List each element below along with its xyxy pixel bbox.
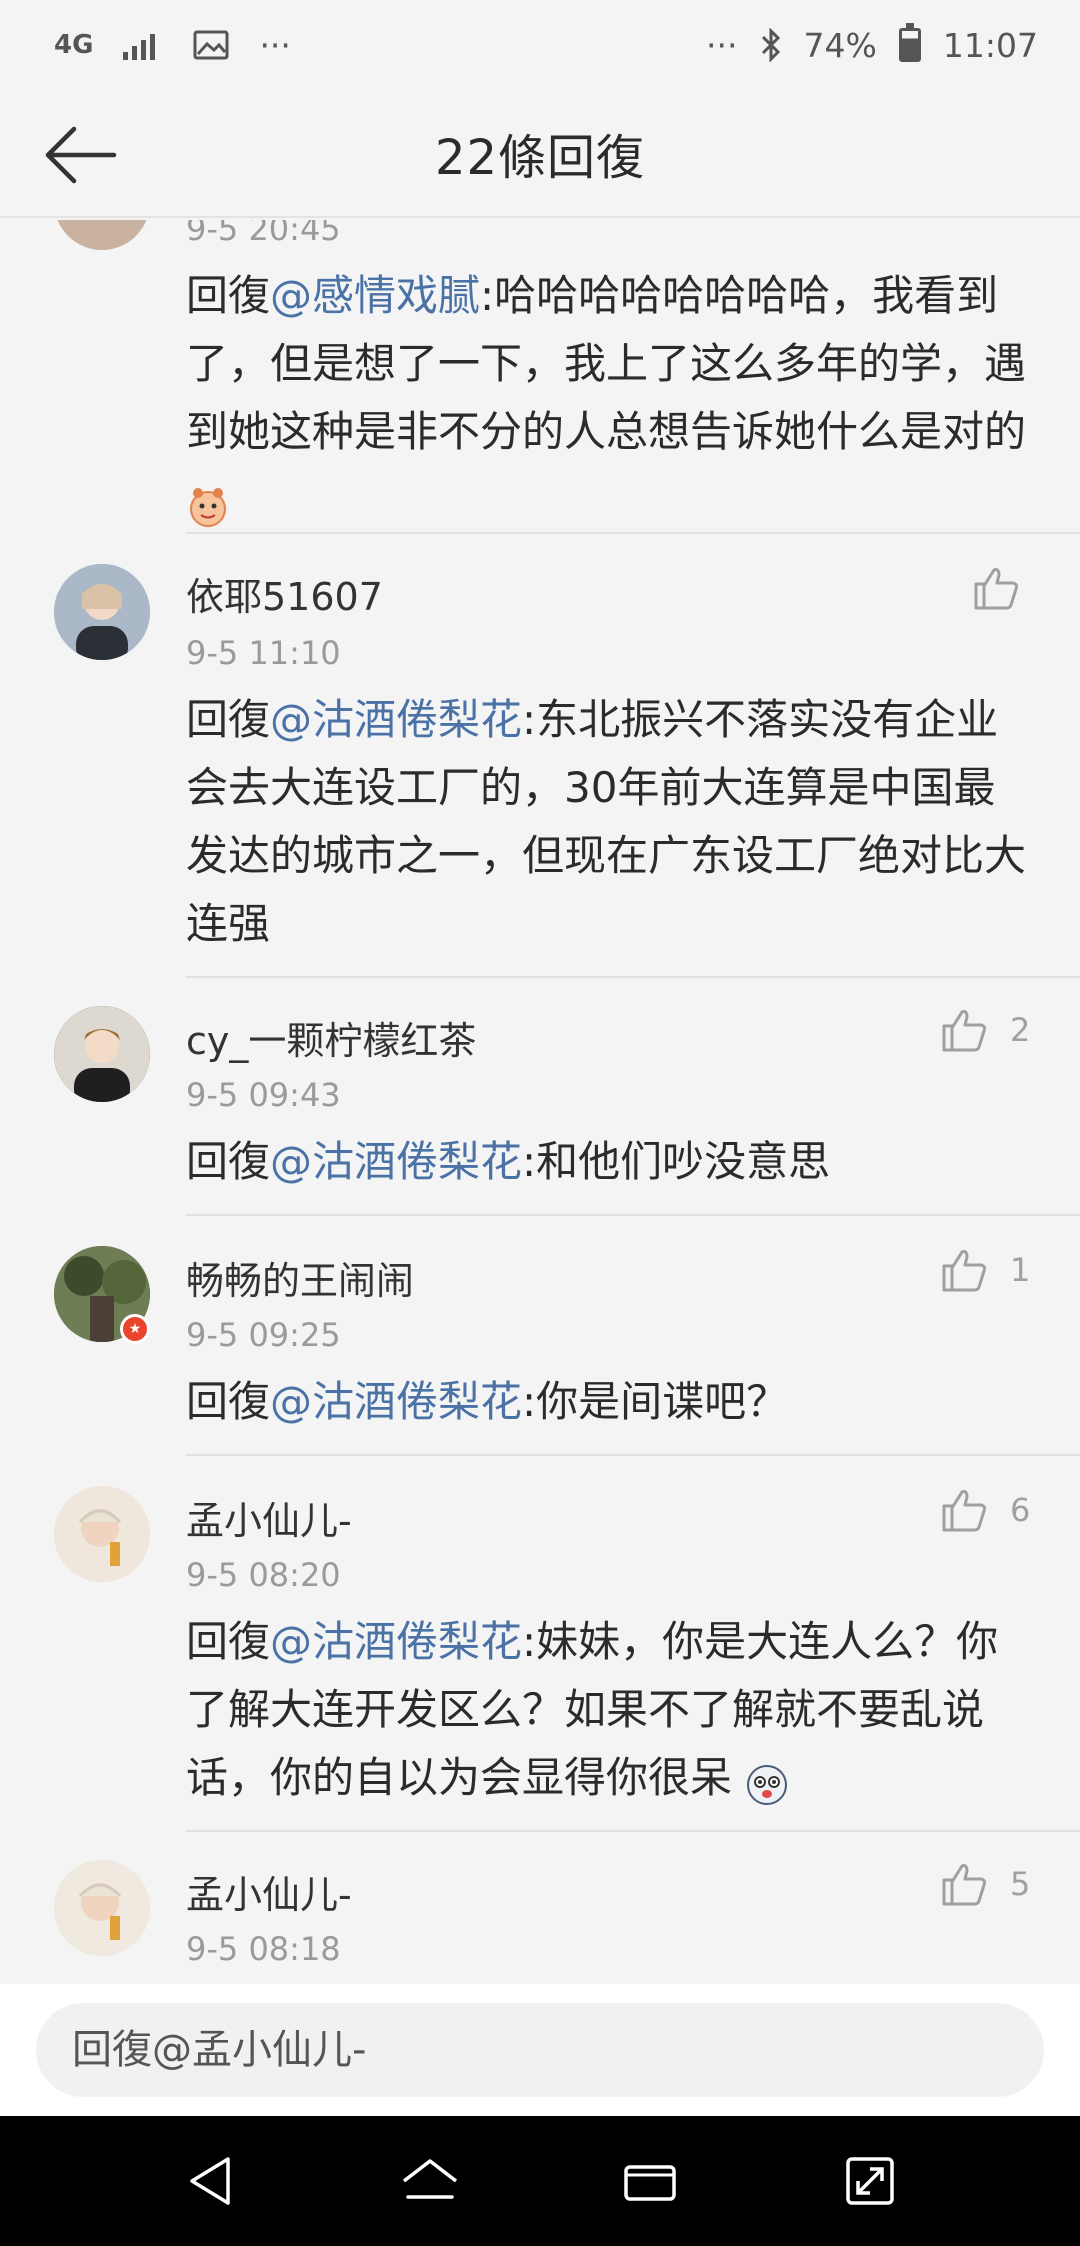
nav-expand-button[interactable]: [830, 2141, 910, 2221]
like-count: 6: [1010, 1491, 1031, 1529]
reply-body: :和他们吵没意思: [522, 1137, 831, 1186]
comment-text: 回復@沽酒倦梨花:妹妹，你是大连人么？你了解大连开发区么？如果不了解就不要乱说话…: [186, 1608, 1036, 1812]
battery-icon: [898, 23, 921, 62]
reply-prefix: 回復: [186, 1617, 271, 1666]
reply-prefix: 回復: [186, 1137, 271, 1186]
reply-input[interactable]: [36, 2003, 1044, 2097]
thumbs-up-icon: [942, 1864, 987, 1906]
avatar[interactable]: [54, 1006, 150, 1102]
emoji-icon: [745, 1759, 789, 1805]
comment-text: 回復@沽酒倦梨花:东北振兴不落实没有企业会去大连设工厂的，30年前大连算是中国最…: [186, 686, 1036, 958]
mention-link[interactable]: @沽酒倦梨花: [270, 695, 522, 744]
like-button[interactable]: 2: [940, 1006, 1030, 1054]
username[interactable]: cy_一颗柠檬红茶: [186, 1010, 476, 1065]
reply-body: :你是间谍吧？: [522, 1377, 789, 1426]
comment-list[interactable]: 9-5 20:45 回復@感情戏腻:哈哈哈哈哈哈哈哈，我看到了，但是想了一下，我…: [0, 220, 1080, 1984]
image-icon: [193, 30, 229, 60]
avatar[interactable]: [54, 1860, 150, 1956]
mention-link[interactable]: @感情戏腻: [270, 271, 480, 320]
comment-time: 9-5 09:43: [186, 1076, 341, 1114]
avatar[interactable]: [54, 220, 150, 250]
thumbs-up-icon: [942, 1490, 987, 1532]
nav-home-icon: [402, 2159, 458, 2199]
like-button[interactable]: 1: [940, 1246, 1030, 1294]
nav-recents-button[interactable]: [610, 2141, 690, 2221]
comment-time: 9-5 11:10: [186, 634, 341, 672]
divider: [186, 1454, 1080, 1456]
divider: [186, 532, 1080, 534]
nav-recents-icon: [624, 2165, 676, 2201]
reply-prefix: 回復: [186, 695, 271, 744]
back-button[interactable]: [40, 120, 120, 190]
emoji-icon: [186, 481, 230, 527]
verified-badge-icon: ★: [120, 1314, 150, 1344]
avatar[interactable]: [54, 1486, 150, 1582]
reply-bar: [0, 1984, 1080, 2116]
back-arrow-icon: [45, 126, 117, 184]
comment-text: 回復@沽酒倦梨花:和他们吵没意思: [186, 1128, 1036, 1196]
thumbs-up-icon: [942, 1010, 987, 1052]
comment-text: 回復@沽酒倦梨花:你是间谍吧？: [186, 1368, 1036, 1436]
divider: [186, 1830, 1080, 1832]
comment-time: 9-5 08:18: [186, 1930, 341, 1968]
like-count: 2: [1010, 1011, 1031, 1049]
username[interactable]: 畅畅的王闹闹: [186, 1250, 414, 1305]
header: 22條回復: [0, 90, 1080, 218]
bluetooth-icon: [760, 28, 782, 62]
reply-prefix: 回復: [186, 1377, 271, 1426]
signal-icon: [123, 30, 163, 60]
divider: [186, 1214, 1080, 1216]
like-button[interactable]: 6: [940, 1486, 1030, 1534]
like-count: 5: [1010, 1865, 1031, 1903]
username[interactable]: 孟小仙儿-: [186, 1864, 352, 1919]
page-title: 22條回復: [434, 130, 646, 186]
navigation-bar: [0, 2116, 1080, 2246]
battery-percent: 74%: [803, 25, 877, 65]
comment-time: 9-5 09:25: [186, 1316, 341, 1354]
thumbs-up-icon: [974, 568, 1019, 610]
nav-back-icon: [190, 2157, 230, 2205]
reply-prefix: 回復: [186, 271, 271, 320]
network-type: 4G: [54, 30, 94, 60]
nav-expand-icon: [846, 2157, 894, 2205]
like-count: 1: [1010, 1251, 1031, 1289]
avatar[interactable]: [54, 564, 150, 660]
username[interactable]: 孟小仙儿-: [186, 1490, 352, 1545]
nav-back-button[interactable]: [170, 2141, 250, 2221]
status-bar: 4G ··· ··· 74% 11:07: [0, 0, 1080, 90]
username[interactable]: 依耶51607: [186, 566, 383, 621]
comment-text: 回復@感情戏腻:哈哈哈哈哈哈哈哈，我看到了，但是想了一下，我上了这么多年的学，遇…: [186, 262, 1036, 534]
comment-time: 9-5 20:45: [186, 220, 341, 248]
like-button[interactable]: [972, 564, 1042, 612]
clock: 11:07: [942, 25, 1038, 65]
more-status-icon: ···: [706, 25, 738, 65]
like-button[interactable]: 5: [940, 1860, 1030, 1908]
divider: [186, 976, 1080, 978]
mention-link[interactable]: @沽酒倦梨花: [270, 1137, 522, 1186]
nav-home-button[interactable]: [390, 2141, 470, 2221]
mention-link[interactable]: @沽酒倦梨花: [270, 1617, 522, 1666]
thumbs-up-icon: [942, 1250, 987, 1292]
mention-link[interactable]: @沽酒倦梨花: [270, 1377, 522, 1426]
more-notifications-icon: ···: [259, 25, 291, 65]
comment-time: 9-5 08:20: [186, 1556, 341, 1594]
